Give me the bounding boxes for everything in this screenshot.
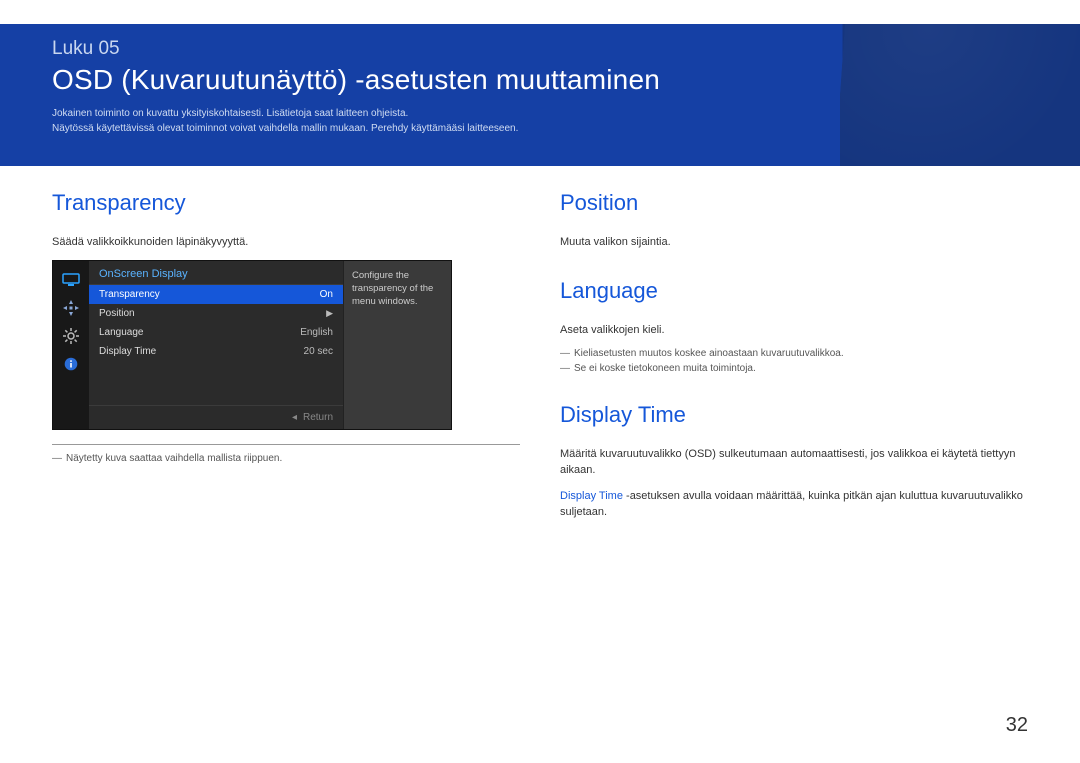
gear-icon xyxy=(60,325,82,347)
display-time-tail: -asetuksen avulla voidaan määrittää, kui… xyxy=(560,490,1023,518)
return-label[interactable]: Return xyxy=(303,412,333,423)
content-area: Transparency Säädä valikkoikkunoiden läp… xyxy=(52,190,1028,530)
osd-screenshot: OnScreen Display Transparency On Positio… xyxy=(52,260,452,430)
intro-line-1: Jokainen toiminto on kuvattu yksityiskoh… xyxy=(52,106,692,121)
language-note-2: Se ei koske tietokoneen muita toimintoja… xyxy=(560,363,1028,374)
chevron-right-icon: ▶ xyxy=(326,308,333,319)
osd-help-panel: Configure the transparency of the menu w… xyxy=(343,261,451,429)
chapter-banner: Luku 05 OSD (Kuvaruutunäyttö) -asetusten… xyxy=(0,24,1080,166)
osd-row-label: Language xyxy=(99,327,300,338)
heading-language: Language xyxy=(560,278,1028,304)
navigate-icon xyxy=(60,297,82,319)
right-column: Position Muuta valikon sijaintia. Langua… xyxy=(560,190,1028,530)
language-note-1: Kieliasetusten muutos koskee ainoastaan … xyxy=(560,348,1028,359)
left-column: Transparency Säädä valikkoikkunoiden läp… xyxy=(52,190,520,530)
intro-text: Jokainen toiminto on kuvattu yksityiskoh… xyxy=(52,106,692,136)
osd-main: OnScreen Display Transparency On Positio… xyxy=(89,261,343,429)
osd-row-value: On xyxy=(320,289,333,300)
display-time-line2: Display Time -asetuksen avulla voidaan m… xyxy=(560,488,1028,520)
osd-title: OnScreen Display xyxy=(89,261,343,285)
page-number: 32 xyxy=(1006,714,1028,737)
intro-line-2: Näytössä käytettävissä olevat toiminnot … xyxy=(52,121,692,136)
position-desc: Muuta valikon sijaintia. xyxy=(560,234,1028,250)
osd-sidebar xyxy=(53,261,89,429)
manual-page: Luku 05 OSD (Kuvaruutunäyttö) -asetusten… xyxy=(0,0,1080,763)
banner-decor xyxy=(840,24,1080,166)
screenshot-footnote: Näytetty kuva saattaa vaihdella mallista… xyxy=(52,453,520,464)
language-desc: Aseta valikkojen kieli. xyxy=(560,322,1028,338)
osd-footer: ◂ Return xyxy=(89,405,343,429)
osd-row-language[interactable]: Language English xyxy=(89,323,343,342)
osd-row-label: Display Time xyxy=(99,346,304,357)
back-triangle-icon: ◂ xyxy=(292,412,297,423)
osd-row-displaytime[interactable]: Display Time 20 sec xyxy=(89,342,343,361)
monitor-icon xyxy=(60,269,82,291)
heading-transparency: Transparency xyxy=(52,190,520,216)
osd-row-label: Position xyxy=(99,308,326,319)
transparency-desc: Säädä valikkoikkunoiden läpinäkyvyyttä. xyxy=(52,234,520,250)
display-time-line1: Määritä kuvaruutuvalikko (OSD) sulkeutum… xyxy=(560,446,1028,478)
osd-row-transparency[interactable]: Transparency On xyxy=(89,285,343,304)
info-icon xyxy=(60,353,82,375)
divider xyxy=(52,444,520,445)
osd-row-label: Transparency xyxy=(99,289,320,300)
osd-row-position[interactable]: Position ▶ xyxy=(89,304,343,323)
heading-display-time: Display Time xyxy=(560,402,1028,428)
osd-row-value: English xyxy=(300,327,333,338)
heading-position: Position xyxy=(560,190,1028,216)
display-time-em: Display Time xyxy=(560,490,623,502)
osd-row-value: 20 sec xyxy=(304,346,333,357)
